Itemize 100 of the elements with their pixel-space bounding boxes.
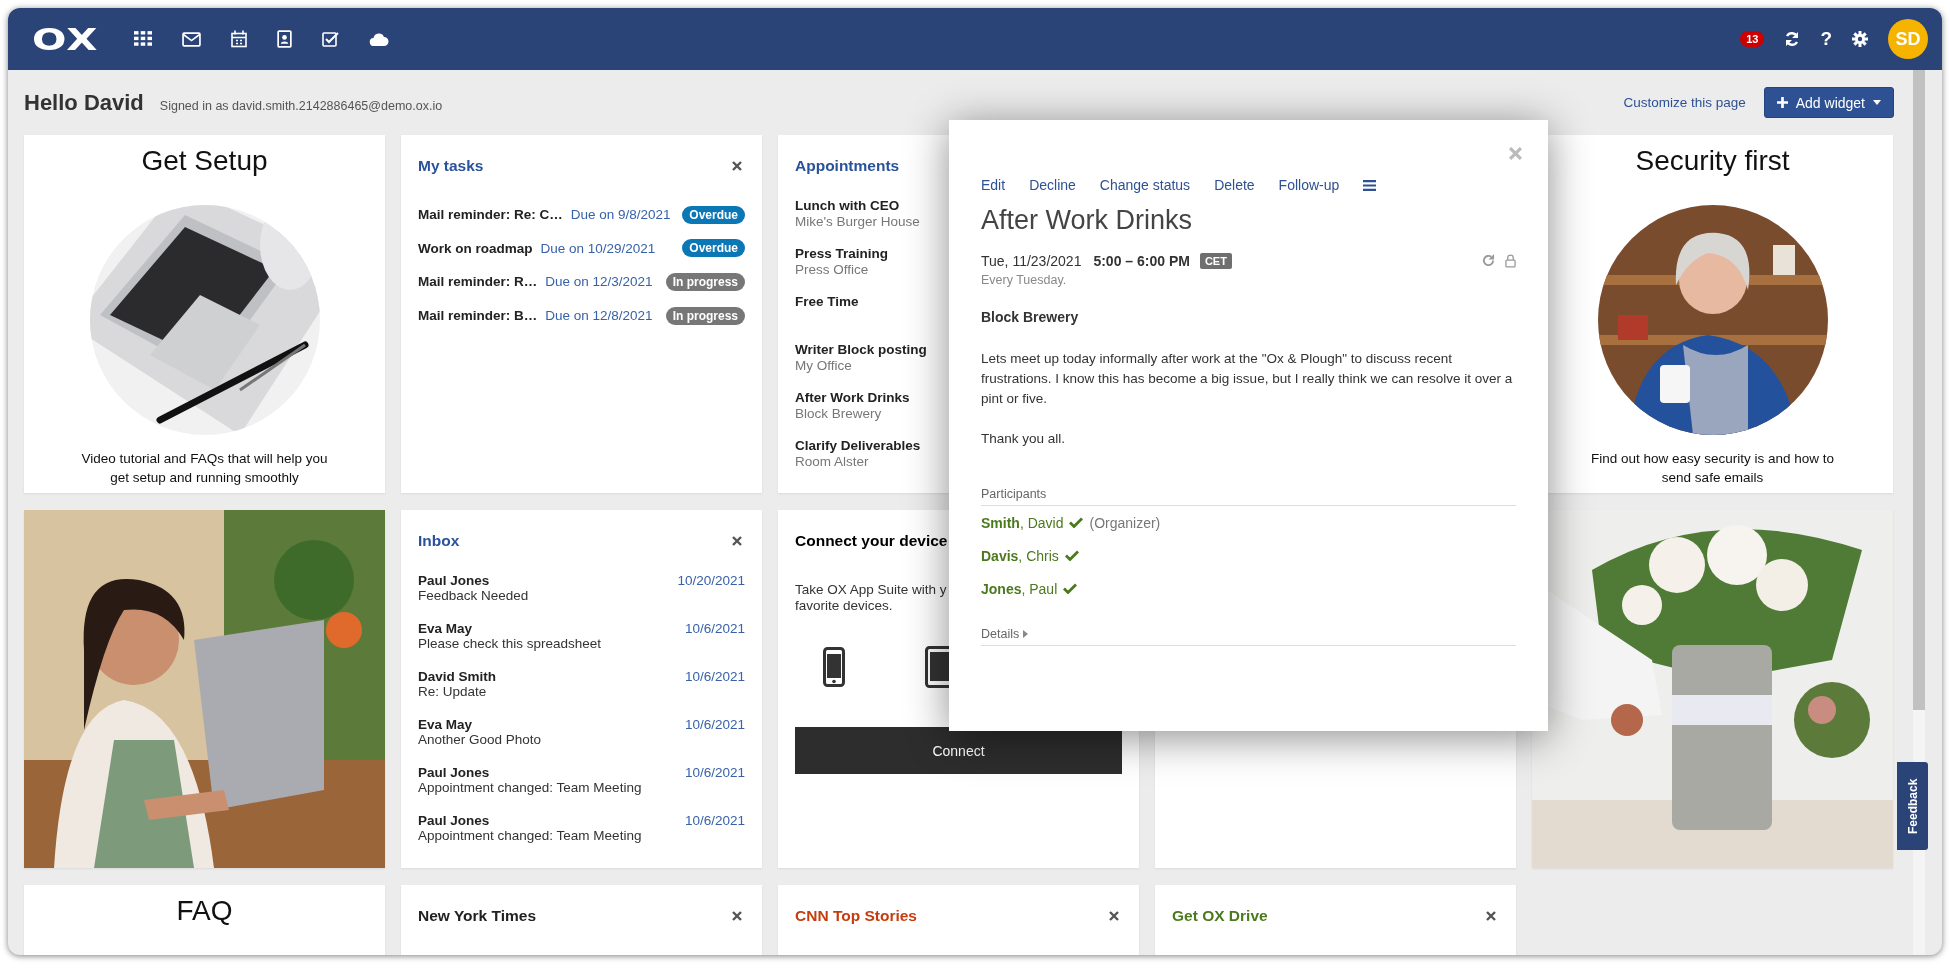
mail-subject[interactable]: Appointment changed: Team Meeting (418, 828, 642, 843)
mail-sender[interactable]: David Smith (418, 669, 685, 684)
appointment-title: After Work Drinks (981, 205, 1194, 236)
cloud-icon[interactable] (369, 32, 389, 46)
phone-icon (823, 646, 845, 687)
task-title[interactable]: Mail reminder: B… (418, 308, 538, 324)
appointment-location: Mike's Burger House (795, 214, 920, 229)
close-icon[interactable] (1109, 911, 1119, 921)
menu-icon[interactable] (1363, 179, 1377, 191)
mail-subject[interactable]: Feedback Needed (418, 588, 529, 603)
mail-icon[interactable] (182, 31, 201, 47)
feedback-tab[interactable]: Feedback (1897, 762, 1928, 850)
recurrence-text: Every Tuesday. (981, 273, 1068, 287)
appointment-date: Tue, 11/23/2021 (981, 253, 1082, 269)
widget-title: Inbox (418, 532, 460, 550)
details-toggle[interactable]: Details (981, 627, 1516, 646)
close-icon[interactable] (1486, 911, 1496, 921)
mail-sender[interactable]: Eva May (418, 621, 685, 636)
participant-name[interactable]: Jones, Paul (981, 580, 1058, 597)
tasks-icon[interactable] (322, 31, 339, 47)
due-date: Due on 12/3/2021 (545, 274, 653, 290)
close-icon[interactable] (732, 911, 742, 921)
mail-sender[interactable]: Paul Jones (418, 813, 685, 828)
participant-name[interactable]: Smith, David (981, 514, 1064, 531)
appointment-title[interactable]: Writer Block posting (795, 342, 927, 357)
action-link[interactable]: Change status (1099, 177, 1191, 193)
add-widget-button[interactable]: Add widget (1763, 87, 1894, 118)
widget-title: FAQ (175, 894, 234, 928)
signed-in-text: Signed in as david.smith.2142886465@demo.ox.io (159, 98, 443, 113)
mail-sender[interactable]: Eva May (418, 717, 685, 732)
section-heading: Participants (981, 487, 1516, 506)
app-grid-icon[interactable] (134, 31, 152, 47)
widget-title: Connect your device (795, 532, 948, 550)
close-icon[interactable] (732, 536, 742, 546)
mail-sender[interactable]: Paul Jones (418, 573, 678, 588)
appointment-location: Block Brewery (981, 309, 1080, 325)
widget-title: Appointments (795, 157, 900, 175)
widget-title: CNN Top Stories (795, 907, 917, 925)
mail-subject[interactable]: Another Good Photo (418, 732, 542, 747)
appointment-title[interactable]: Lunch with CEO (795, 198, 900, 213)
logo[interactable]: OX (32, 21, 143, 57)
caption: Find out how easy security is and how to send safe emails (1589, 450, 1836, 487)
widget-title: My tasks (418, 157, 484, 175)
mail-date: 10/20/2021 (677, 573, 745, 588)
action-link[interactable]: Follow-up (1278, 177, 1340, 193)
refresh-icon[interactable] (1784, 31, 1801, 47)
caret-icon (1873, 100, 1881, 105)
customize-link[interactable]: Customize this page (1623, 95, 1746, 110)
task-title[interactable]: Work on roadmap (418, 240, 533, 256)
participant-name[interactable]: Davis, Chris (981, 547, 1059, 564)
description: Lets meet up today informally after work at the "Ox & Plough" to discuss recent frustrations. I know this has become a big issue, but I really think we can resolve it over a pint or five. (981, 350, 1514, 408)
caret-icon (1023, 630, 1029, 638)
appointment-title[interactable]: Free Time (795, 294, 859, 309)
participant-role: (Organizer) (1089, 514, 1161, 531)
description: Thank you all. (981, 430, 1067, 448)
calendar-icon[interactable] (231, 30, 247, 48)
mail-subject[interactable]: Please check this spreadsheet (418, 636, 602, 651)
mail-date: 10/6/2021 (684, 621, 745, 636)
task-title[interactable]: Mail reminder: Re: C… (418, 207, 563, 223)
lock-icon (1505, 254, 1516, 268)
widget-title: Security first (1634, 144, 1791, 178)
close-icon[interactable] (732, 161, 742, 171)
status-badge: Overdue (682, 239, 745, 258)
mail-sender[interactable]: Paul Jones (418, 765, 685, 780)
status-badge: In progress (665, 273, 745, 291)
appointment-title[interactable]: After Work Drinks (795, 390, 910, 405)
due-date: Due on 12/8/2021 (545, 308, 653, 324)
mail-subject[interactable]: Re: Update (418, 684, 487, 699)
caption: Video tutorial and FAQs that will help you get setup and running smoothly (80, 450, 329, 487)
scrollbar-thumb[interactable] (1913, 70, 1925, 710)
mail-date: 10/6/2021 (684, 717, 745, 732)
action-link[interactable]: Edit (981, 177, 1006, 193)
contacts-icon[interactable] (277, 30, 292, 48)
widget-title: Get OX Drive (1172, 907, 1268, 925)
mail-date: 10/6/2021 (684, 813, 745, 828)
description: Take OX App Suite with y favorite devices. (795, 582, 947, 614)
widget-title: New York Times (418, 907, 537, 925)
appointment-title[interactable]: Press Training (795, 246, 889, 261)
recurrence-icon (1482, 254, 1495, 267)
timezone-badge: CET (1199, 253, 1232, 269)
appointment-location: My Office (795, 358, 852, 373)
appointment-time: 5:00 – 6:00 PM (1093, 253, 1190, 269)
widget-title: Get Setup (140, 144, 269, 178)
notification-badge[interactable]: 13 (1740, 31, 1765, 47)
appointment-location: Block Brewery (795, 406, 882, 421)
appointment-title[interactable]: Clarify Deliverables (795, 438, 921, 453)
appointment-location: Room Alster (795, 454, 869, 469)
mail-date: 10/6/2021 (684, 669, 745, 684)
action-link[interactable]: Decline (1029, 177, 1076, 193)
action-link[interactable]: Delete (1214, 177, 1255, 193)
plus-icon (1776, 97, 1788, 108)
task-title[interactable]: Mail reminder: R… (418, 274, 538, 290)
status-badge: Overdue (682, 205, 745, 224)
connect-button[interactable]: Connect (795, 727, 1122, 774)
due-date: Due on 10/29/2021 (540, 240, 656, 256)
help-button[interactable]: ? (1820, 28, 1832, 50)
greeting-title: Hello David (24, 89, 144, 116)
mail-subject[interactable]: Appointment changed: Team Meeting (418, 780, 642, 795)
status-badge: In progress (665, 306, 745, 325)
settings-icon[interactable] (1852, 31, 1868, 47)
